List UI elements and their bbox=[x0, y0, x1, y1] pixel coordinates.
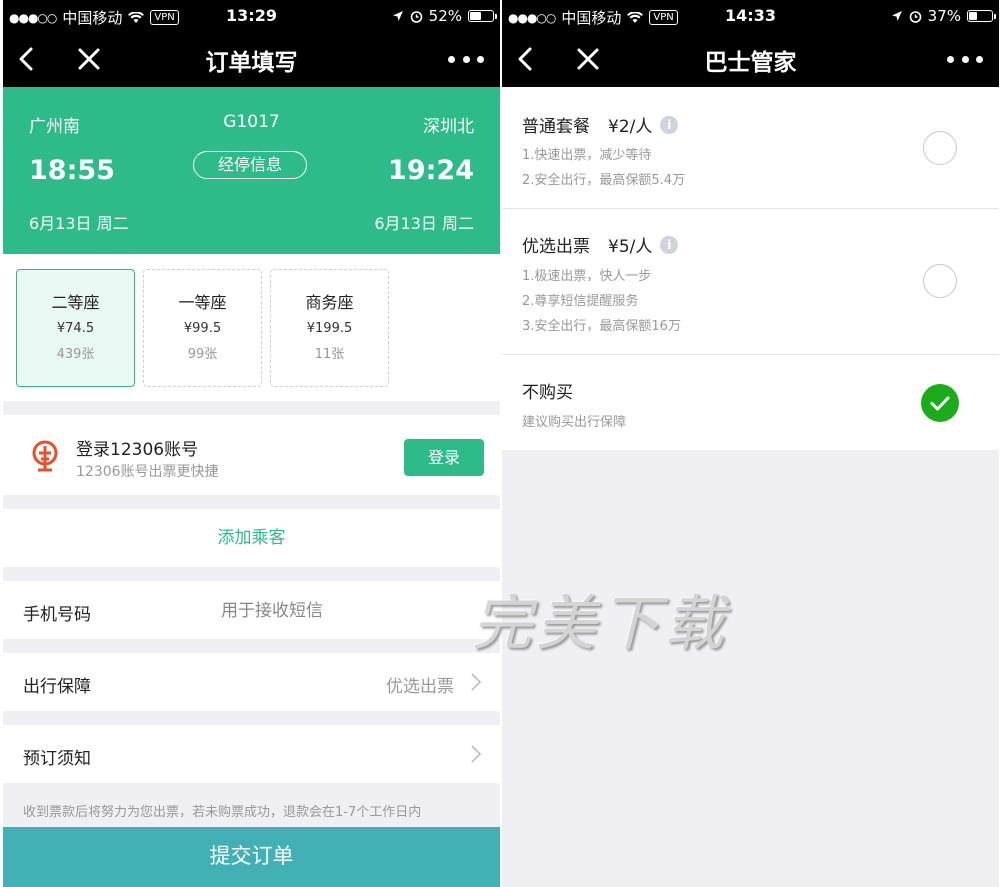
radio-unchecked[interactable] bbox=[923, 131, 957, 165]
refund-notice-text: 收到票款后将努力为您出票，若未购票成功，退款会在1-7个工作日内 bbox=[23, 805, 422, 820]
departure-date: 6月13日 周二 bbox=[29, 214, 129, 233]
seat-option-second-class[interactable]: 二等座 ¥74.5 439张 bbox=[16, 269, 135, 387]
status-bar: ●●●○○ 中国移动 VPN 13:29 52% bbox=[3, 0, 500, 32]
seat-price: ¥74.5 bbox=[56, 321, 95, 336]
option-detail: 2.安全出行，最高保额5.4万 bbox=[522, 173, 686, 188]
option-detail: 建议购买出行保障 bbox=[522, 415, 627, 430]
seat-count: 99张 bbox=[187, 347, 218, 362]
login-title: 登录12306账号 bbox=[76, 440, 199, 460]
more-menu-icon[interactable] bbox=[448, 46, 484, 72]
page-title: 订单填写 bbox=[205, 50, 298, 76]
railway-logo-icon bbox=[32, 440, 58, 472]
battery-icon bbox=[967, 10, 996, 22]
train-info-card: 广州南 G1017 深圳北 18:55 经停信息 19:24 6月13日 周二 … bbox=[3, 87, 500, 254]
option-priority-ticketing[interactable]: 优选出票 ¥5/人 i 1.极速出票，快人一步 2.尊享短信提醒服务 3.安全出… bbox=[502, 209, 999, 355]
option-price: ¥2/人 bbox=[608, 117, 653, 137]
top-bar: ●●●○○ 中国移动 VPN 13:29 52% 订单填写 bbox=[3, 0, 500, 87]
battery-percent: 52% bbox=[428, 7, 462, 25]
radio-unchecked[interactable] bbox=[923, 264, 957, 298]
seat-count: 11张 bbox=[314, 347, 345, 362]
booking-notice-label: 预订须知 bbox=[23, 749, 91, 769]
seat-option-first-class[interactable]: 一等座 ¥99.5 99张 bbox=[143, 269, 262, 387]
phone-number-row: 手机号码 bbox=[3, 581, 500, 639]
watermark-logo: 完美下载 bbox=[472, 589, 728, 659]
option-name: 普通套餐 bbox=[522, 117, 590, 137]
option-standard-package[interactable]: 普通套餐 ¥2/人 i 1.快速出票，减少等待 2.安全出行，最高保额5.4万 bbox=[502, 87, 999, 209]
seat-price: ¥199.5 bbox=[306, 321, 353, 336]
status-bar: ●●●○○ 中国移动 VPN 14:33 37% bbox=[502, 0, 999, 32]
order-form-screen: ●●●○○ 中国移动 VPN 13:29 52% 订单填写 广州南 G1017 … bbox=[3, 0, 500, 887]
option-name: 优选出票 bbox=[522, 237, 590, 257]
seat-count: 439张 bbox=[56, 347, 95, 362]
battery-icon bbox=[468, 10, 497, 22]
option-detail: 3.安全出行，最高保额16万 bbox=[522, 319, 681, 334]
travel-guarantee-row[interactable]: 出行保障 优选出票 bbox=[3, 653, 500, 711]
seat-name: 一等座 bbox=[178, 293, 227, 312]
login-12306-row: 登录12306账号 12306账号出票更快捷 登录 bbox=[3, 415, 500, 495]
login-subtitle: 12306账号出票更快捷 bbox=[76, 464, 219, 480]
option-name: 不购买 bbox=[522, 383, 573, 403]
chevron-right-icon bbox=[471, 673, 482, 691]
nav-bar: 订单填写 bbox=[3, 32, 500, 87]
alarm-icon bbox=[909, 10, 921, 23]
seat-class-selector: 二等座 ¥74.5 439张 一等座 ¥99.5 99张 商务座 ¥199.5 … bbox=[3, 254, 500, 401]
booking-notice-row[interactable]: 预订须知 bbox=[3, 725, 500, 783]
nav-bar: 巴士管家 bbox=[502, 32, 999, 87]
option-detail: 1.快速出票，减少等待 bbox=[522, 148, 652, 163]
arrival-time: 19:24 bbox=[388, 155, 474, 186]
radio-checked[interactable] bbox=[921, 384, 959, 422]
seat-name: 商务座 bbox=[305, 293, 354, 312]
option-no-purchase[interactable]: 不购买 建议购买出行保障 bbox=[502, 355, 999, 450]
alarm-icon bbox=[410, 10, 422, 23]
chevron-right-icon bbox=[471, 745, 482, 763]
add-passenger-button[interactable]: 添加乘客 bbox=[3, 509, 500, 567]
checkmark-icon bbox=[930, 396, 950, 411]
guarantee-value: 优选出票 bbox=[386, 677, 454, 697]
seat-price: ¥99.5 bbox=[183, 321, 222, 336]
location-arrow-icon bbox=[392, 11, 403, 21]
battery-percent: 37% bbox=[927, 7, 961, 25]
info-icon[interactable]: i bbox=[660, 115, 679, 134]
seat-option-business-class[interactable]: 商务座 ¥199.5 11张 bbox=[270, 269, 389, 387]
option-detail: 1.极速出票，快人一步 bbox=[522, 269, 652, 284]
page-title: 巴士管家 bbox=[704, 50, 797, 76]
phone-input[interactable] bbox=[221, 598, 461, 624]
guarantee-label: 出行保障 bbox=[23, 677, 91, 697]
option-price: ¥5/人 bbox=[608, 237, 653, 257]
login-button[interactable]: 登录 bbox=[404, 439, 484, 476]
top-bar: ●●●○○ 中国移动 VPN 14:33 37% 巴士管家 bbox=[502, 0, 999, 87]
stops-info-button[interactable]: 经停信息 bbox=[193, 151, 307, 179]
more-menu-icon[interactable] bbox=[947, 46, 983, 72]
seat-name: 二等座 bbox=[51, 293, 100, 312]
location-arrow-icon bbox=[891, 11, 902, 21]
travel-guarantee-screen: ●●●○○ 中国移动 VPN 14:33 37% 巴士管家 普通套餐 ¥2/人 … bbox=[502, 0, 999, 887]
info-icon[interactable]: i bbox=[660, 235, 679, 254]
phone-label: 手机号码 bbox=[23, 605, 91, 625]
arrival-date: 6月13日 周二 bbox=[374, 214, 474, 233]
departure-time: 18:55 bbox=[29, 155, 115, 186]
submit-order-button[interactable]: 提交订单 bbox=[3, 827, 500, 887]
option-detail: 2.尊享短信提醒服务 bbox=[522, 294, 639, 309]
arrival-station: 深圳北 bbox=[423, 117, 474, 137]
